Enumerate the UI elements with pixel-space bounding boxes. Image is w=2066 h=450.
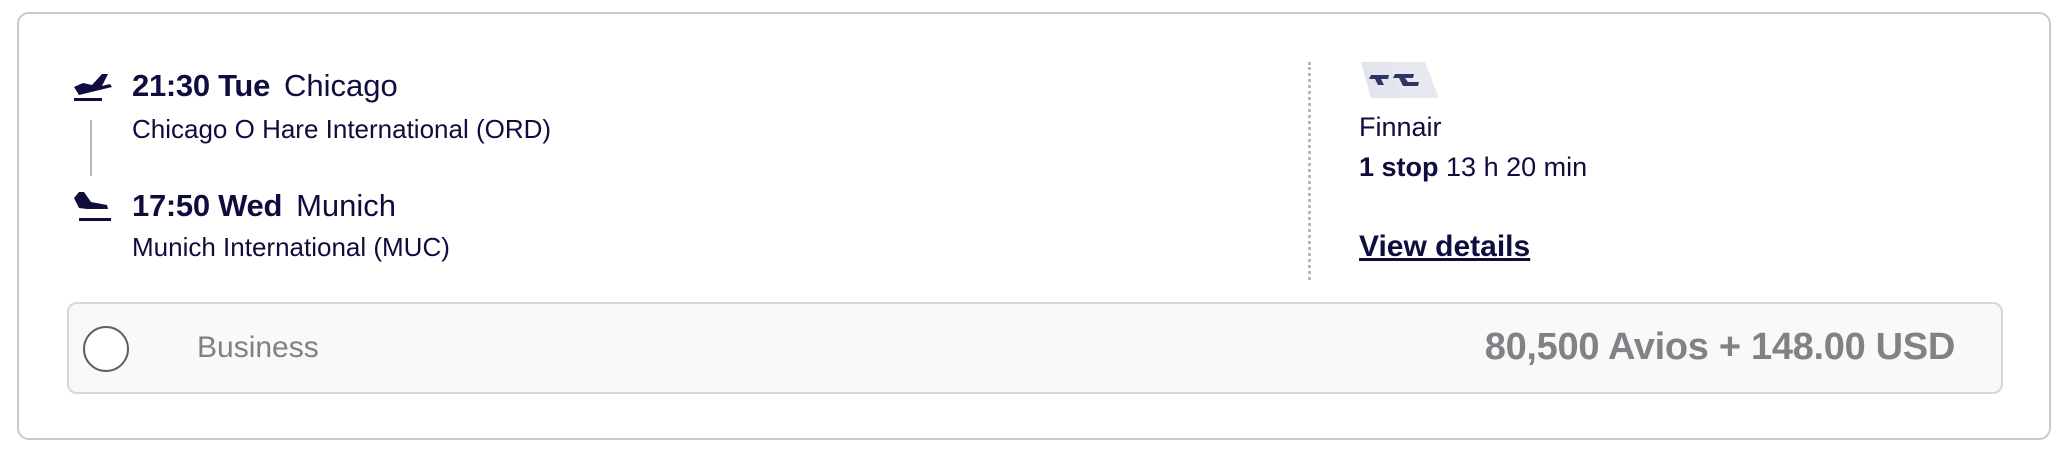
departure-city: Chicago — [284, 68, 398, 103]
route-connector-line — [90, 120, 92, 176]
section-divider — [1308, 62, 1311, 280]
landing-icon — [74, 192, 111, 221]
fare-price: 80,500 Avios + 148.00 USD — [1484, 326, 1956, 368]
flight-duration: 13 h 20 min — [1446, 152, 1588, 182]
arrival-time: 17:50 Wed — [132, 188, 283, 223]
fare-option-business[interactable]: Business 80,500 Avios + 148.00 USD — [67, 302, 2003, 394]
takeoff-icon — [74, 74, 112, 101]
arrival-airport: Munich International (MUC) — [132, 232, 450, 262]
airline-name: Finnair — [1359, 112, 1442, 142]
itinerary: 21:30 Tue Chicago Chicago O Hare Internat… — [19, 14, 1219, 304]
cabin-class: Business — [197, 331, 319, 364]
stops-count: 1 stop — [1359, 152, 1439, 182]
departure-line: 21:30 Tue Chicago — [132, 66, 398, 106]
flight-result-card: 21:30 Tue Chicago Chicago O Hare Internat… — [17, 12, 2051, 440]
fare-radio-button[interactable] — [83, 326, 129, 372]
departure-time: 21:30 Tue — [132, 68, 271, 103]
stops-duration: 1 stop 13 h 20 min — [1359, 150, 1587, 184]
arrival-city: Munich — [296, 188, 397, 223]
arrival-line: 17:50 Wed Munich — [132, 186, 396, 226]
finnair-logo — [1361, 62, 1439, 98]
view-details-link[interactable]: View details — [1359, 228, 1530, 266]
departure-airport: Chicago O Hare International (ORD) — [132, 114, 552, 144]
